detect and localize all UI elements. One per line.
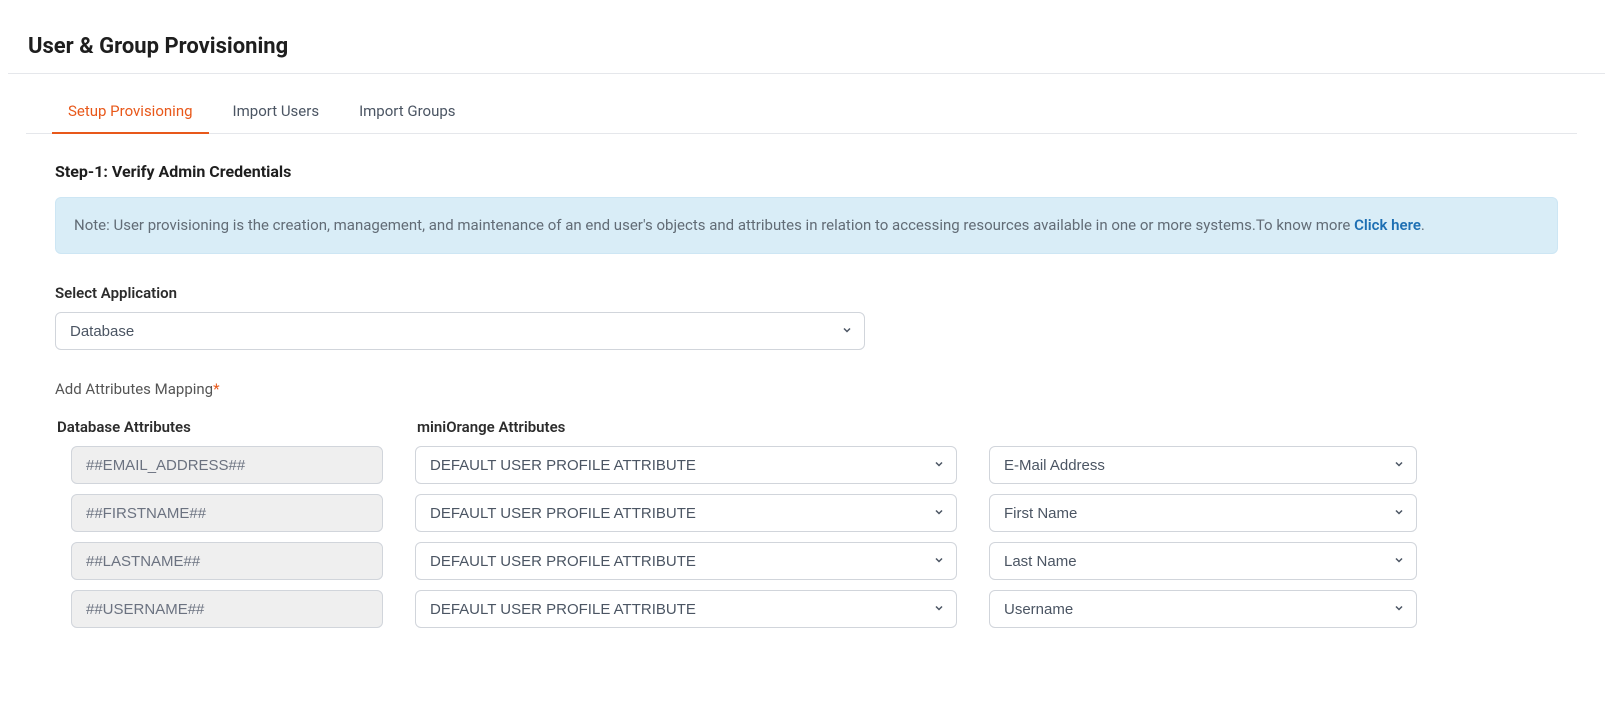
db-attribute-input[interactable]	[71, 494, 383, 532]
tab-setup-provisioning[interactable]: Setup Provisioning	[52, 90, 209, 134]
db-attribute-input[interactable]	[71, 542, 383, 580]
mapping-row: DEFAULT USER PROFILE ATTRIBUTE First Nam…	[55, 494, 1558, 532]
profile-field-select[interactable]: Last Name	[989, 542, 1417, 580]
profile-field-select[interactable]: Username	[989, 590, 1417, 628]
note-suffix: .	[1421, 216, 1425, 234]
miniorange-attribute-select[interactable]: DEFAULT USER PROFILE ATTRIBUTE	[415, 590, 957, 628]
select-application[interactable]: Database	[55, 312, 865, 350]
select-application-wrap: Database	[55, 312, 865, 350]
mapping-row: DEFAULT USER PROFILE ATTRIBUTE Username	[55, 590, 1558, 628]
info-note: Note: User provisioning is the creation,…	[55, 197, 1558, 254]
page-title: User & Group Provisioning	[0, 0, 1613, 73]
miniorange-attribute-select[interactable]: DEFAULT USER PROFILE ATTRIBUTE	[415, 542, 957, 580]
column-header-database-attributes: Database Attributes	[55, 418, 385, 436]
step-heading: Step-1: Verify Admin Credentials	[55, 162, 1558, 181]
db-attribute-input[interactable]	[71, 590, 383, 628]
mapping-header: Database Attributes miniOrange Attribute…	[55, 418, 1558, 436]
tab-import-groups[interactable]: Import Groups	[343, 90, 471, 133]
db-attribute-input[interactable]	[71, 446, 383, 484]
profile-field-select[interactable]: First Name	[989, 494, 1417, 532]
tabs-bar: Setup Provisioning Import Users Import G…	[26, 90, 1577, 134]
note-text: Note: User provisioning is the creation,…	[74, 216, 1354, 234]
content-area: Step-1: Verify Admin Credentials Note: U…	[0, 134, 1613, 668]
column-header-miniorange-attributes: miniOrange Attributes	[417, 418, 565, 436]
miniorange-attribute-select[interactable]: DEFAULT USER PROFILE ATTRIBUTE	[415, 446, 957, 484]
add-attributes-mapping-label: Add Attributes Mapping*	[55, 380, 1558, 398]
miniorange-attribute-select[interactable]: DEFAULT USER PROFILE ATTRIBUTE	[415, 494, 957, 532]
divider	[8, 73, 1605, 74]
tab-import-users[interactable]: Import Users	[217, 90, 336, 133]
profile-field-select[interactable]: E-Mail Address	[989, 446, 1417, 484]
mapping-row: DEFAULT USER PROFILE ATTRIBUTE E-Mail Ad…	[55, 446, 1558, 484]
select-application-label: Select Application	[55, 284, 1558, 302]
note-link[interactable]: Click here	[1354, 216, 1421, 234]
required-asterisk: *	[213, 380, 219, 398]
mapping-row: DEFAULT USER PROFILE ATTRIBUTE Last Name	[55, 542, 1558, 580]
